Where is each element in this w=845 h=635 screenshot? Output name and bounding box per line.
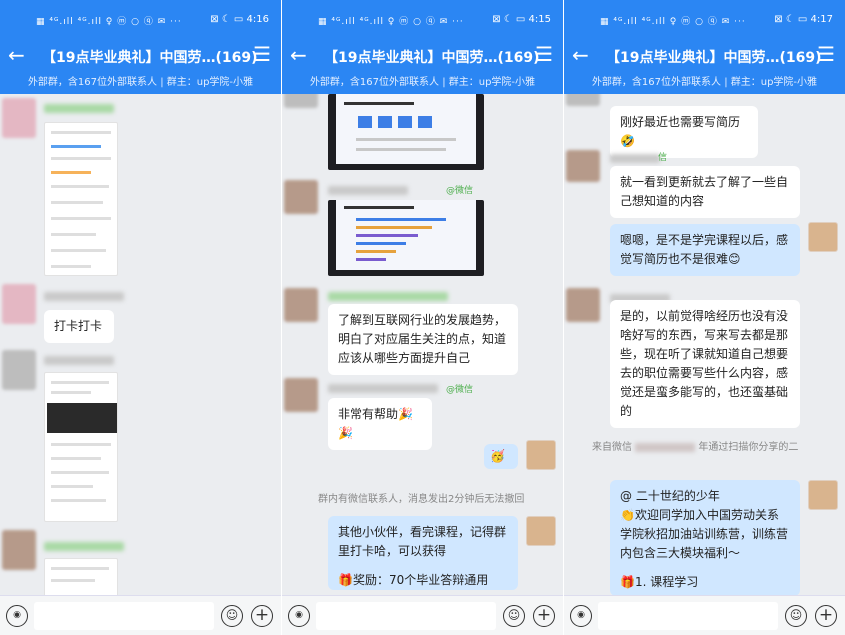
voice-icon[interactable]: ◉ (288, 605, 310, 627)
status-icons-right: ⊠ ☾ ▭ 4:17 (774, 14, 833, 25)
status-bar: ▦ ⁴ᴳ.ıll ⁴ᴳ.ıll ♀ ⓜ ○ ⓠ ✉ ··· ⊠ ☾ ▭ 4:15 (282, 0, 563, 40)
system-notice: 群内有微信联系人，消息发出2分钟后无法撤回 (318, 494, 525, 505)
avatar[interactable] (566, 150, 600, 182)
title-bar: ← 【19点毕业典礼】中国劳…(169) ☰ (0, 40, 281, 74)
plus-icon[interactable]: + (533, 605, 555, 627)
message-input[interactable] (316, 602, 496, 630)
back-arrow-icon[interactable]: ← (290, 43, 307, 67)
clock: 4:16 (246, 14, 269, 25)
avatar[interactable] (566, 94, 600, 106)
avatar[interactable] (2, 284, 36, 324)
chat-panel-3: ▦ ⁴ᴳ.ıll ⁴ᴳ.ıll ♀ ⓜ ○ ⓠ ✉ ··· ⊠ ☾ ▭ 4:17… (564, 0, 845, 635)
message-input[interactable] (34, 602, 214, 630)
message-bubble[interactable]: @ 二十世纪的少年 👏欢迎同学加入中国劳动关系学院秋招加油站训练营，训练营内包含… (610, 480, 800, 595)
voice-icon[interactable]: ◉ (6, 605, 28, 627)
welcome-text: 👏欢迎同学加入中国劳动关系学院秋招加油站训练营，训练营内包含三大模块福利～ (620, 508, 789, 560)
my-avatar[interactable] (808, 222, 838, 252)
plus-icon[interactable]: + (251, 605, 273, 627)
avatar[interactable] (284, 94, 318, 108)
group-title: 【19点毕业典礼】中国劳…(169) (42, 50, 258, 66)
input-bar: ◉ ☺ + (564, 595, 845, 635)
message-bubble[interactable]: 其他小伙伴，看完课程，记得群里打卡哈，可以获得 🎁奖励：70个毕业答辩通用PPT (328, 516, 518, 590)
message-bubble[interactable]: 嗯嗯，是不是学完课程以后，感觉写简历也不是很难😊 (610, 224, 800, 276)
status-icons-left: ▦ ⁴ᴳ.ıll ⁴ᴳ.ıll ♀ ⓜ ○ ⓠ ✉ ··· (36, 17, 182, 27)
avatar[interactable] (2, 98, 36, 138)
my-avatar[interactable] (808, 480, 838, 510)
message-bubble-sticker[interactable]: 🥳 (484, 444, 518, 469)
wechat-tag: 信 (658, 153, 668, 163)
emoji-icon[interactable]: ☺ (785, 605, 807, 627)
screenshot-image[interactable] (44, 372, 118, 522)
screenshot-image[interactable] (44, 558, 118, 595)
status-icons-left: ▦ ⁴ᴳ.ıll ⁴ᴳ.ıll ♀ ⓜ ○ ⓠ ✉ ··· (600, 17, 746, 27)
plus-icon[interactable]: + (815, 605, 837, 627)
input-bar: ◉ ☺ + (282, 595, 563, 635)
sender-name (44, 104, 114, 113)
emoji-icon[interactable]: ☺ (503, 605, 525, 627)
slide-image[interactable] (328, 200, 484, 276)
status-icons-right: ⊠ ☾ ▭ 4:15 (492, 14, 551, 25)
reminder-text: 其他小伙伴，看完课程，记得群里打卡哈，可以获得 (338, 525, 507, 558)
status-bar: ▦ ⁴ᴳ.ıll ⁴ᴳ.ıll ♀ ⓜ ○ ⓠ ✉ ··· ⊠ ☾ ▭ 4:17 (564, 0, 845, 40)
group-subtitle: 外部群，含167位外部联系人 | 群主：up学院-小雅 (564, 74, 845, 94)
avatar[interactable] (284, 378, 318, 412)
message-bubble[interactable]: 就一看到更新就去了解了一些自己想知道的内容 (610, 166, 800, 218)
clock: 4:17 (810, 14, 833, 25)
screenshot-collage: ▦ ⁴ᴳ.ıll ⁴ᴳ.ıll ♀ ⓜ ○ ⓠ ✉ ··· ⊠ ☾ ▭ 4:16… (0, 0, 845, 635)
message-input[interactable] (598, 602, 778, 630)
status-bar: ▦ ⁴ᴳ.ıll ⁴ᴳ.ıll ♀ ⓜ ○ ⓠ ✉ ··· ⊠ ☾ ▭ 4:16 (0, 0, 281, 40)
message-bubble[interactable]: 刚好最近也需要写简历🤣 (610, 106, 758, 158)
sender-name (44, 292, 124, 301)
avatar[interactable] (284, 288, 318, 322)
emoji-icon[interactable]: ☺ (221, 605, 243, 627)
menu-icon[interactable]: ☰ (535, 42, 553, 66)
my-avatar[interactable] (526, 440, 556, 470)
menu-icon[interactable]: ☰ (253, 42, 271, 66)
title-bar: ← 【19点毕业典礼】中国劳…(169) ☰ (564, 40, 845, 74)
wechat-tag: @微信 (446, 385, 474, 395)
back-arrow-icon[interactable]: ← (572, 43, 589, 67)
sender-name (610, 154, 660, 163)
sender-name (328, 186, 408, 195)
menu-icon[interactable]: ☰ (817, 42, 835, 66)
sender-name (328, 292, 448, 301)
chat-panel-2: ▦ ⁴ᴳ.ıll ⁴ᴳ.ıll ♀ ⓜ ○ ⓠ ✉ ··· ⊠ ☾ ▭ 4:15… (282, 0, 563, 635)
clock: 4:15 (528, 14, 551, 25)
sender-name (44, 542, 124, 551)
my-avatar[interactable] (526, 516, 556, 546)
system-notice: 来自微信 年通过扫描你分享的二 (592, 442, 799, 453)
screenshot-image[interactable] (44, 122, 118, 276)
message-bubble[interactable]: 打卡打卡 (44, 310, 114, 343)
message-bubble[interactable]: 非常有帮助🎉🎉 (328, 398, 432, 450)
reward-text: 🎁奖励：70个毕业答辩通用PPT (338, 573, 489, 587)
sender-name (328, 384, 438, 393)
sender-name (44, 356, 114, 365)
group-title: 【19点毕业典礼】中国劳…(169) (324, 50, 540, 66)
title-bar: ← 【19点毕业典礼】中国劳…(169) ☰ (282, 40, 563, 74)
message-bubble[interactable]: 了解到互联网行业的发展趋势，明白了对应届生关注的点，知道应该从哪些方面提升自己 (328, 304, 518, 375)
avatar[interactable] (566, 288, 600, 322)
avatar[interactable] (284, 180, 318, 214)
back-arrow-icon[interactable]: ← (8, 43, 25, 67)
group-subtitle: 外部群，含167位外部联系人 | 群主：up学院-小雅 (282, 74, 563, 94)
voice-icon[interactable]: ◉ (570, 605, 592, 627)
wechat-tag: @微信 (446, 186, 474, 196)
status-icons-left: ▦ ⁴ᴳ.ıll ⁴ᴳ.ıll ♀ ⓜ ○ ⓠ ✉ ··· (318, 17, 464, 27)
message-list[interactable]: 刚好最近也需要写简历🤣 信 就一看到更新就去了解了一些自己想知道的内容 嗯嗯，是… (564, 94, 845, 595)
message-bubble[interactable]: 是的，以前觉得啥经历也没有没啥好写的东西，写来写去都是那些，现在听了课就知道自己… (610, 300, 800, 428)
input-bar: ◉ ☺ + (0, 595, 281, 635)
status-icons-right: ⊠ ☾ ▭ 4:16 (210, 14, 269, 25)
message-list[interactable]: 打卡打卡 (0, 94, 281, 595)
message-list[interactable]: @微信 了解到互联网行业的发展趋势，明白了对应届生关注的点，知道应该从哪些方面提… (282, 94, 563, 595)
avatar[interactable] (2, 350, 36, 390)
group-subtitle: 外部群，含167位外部联系人 | 群主：up学院-小雅 (0, 74, 281, 94)
group-title: 【19点毕业典礼】中国劳…(169) (606, 50, 822, 66)
course-text: 🎁1. 课程学习 (620, 575, 699, 589)
slide-image[interactable] (328, 94, 484, 170)
mention-text[interactable]: @ 二十世纪的少年 (620, 487, 790, 506)
chat-panel-1: ▦ ⁴ᴳ.ıll ⁴ᴳ.ıll ♀ ⓜ ○ ⓠ ✉ ··· ⊠ ☾ ▭ 4:16… (0, 0, 281, 635)
avatar[interactable] (2, 530, 36, 570)
